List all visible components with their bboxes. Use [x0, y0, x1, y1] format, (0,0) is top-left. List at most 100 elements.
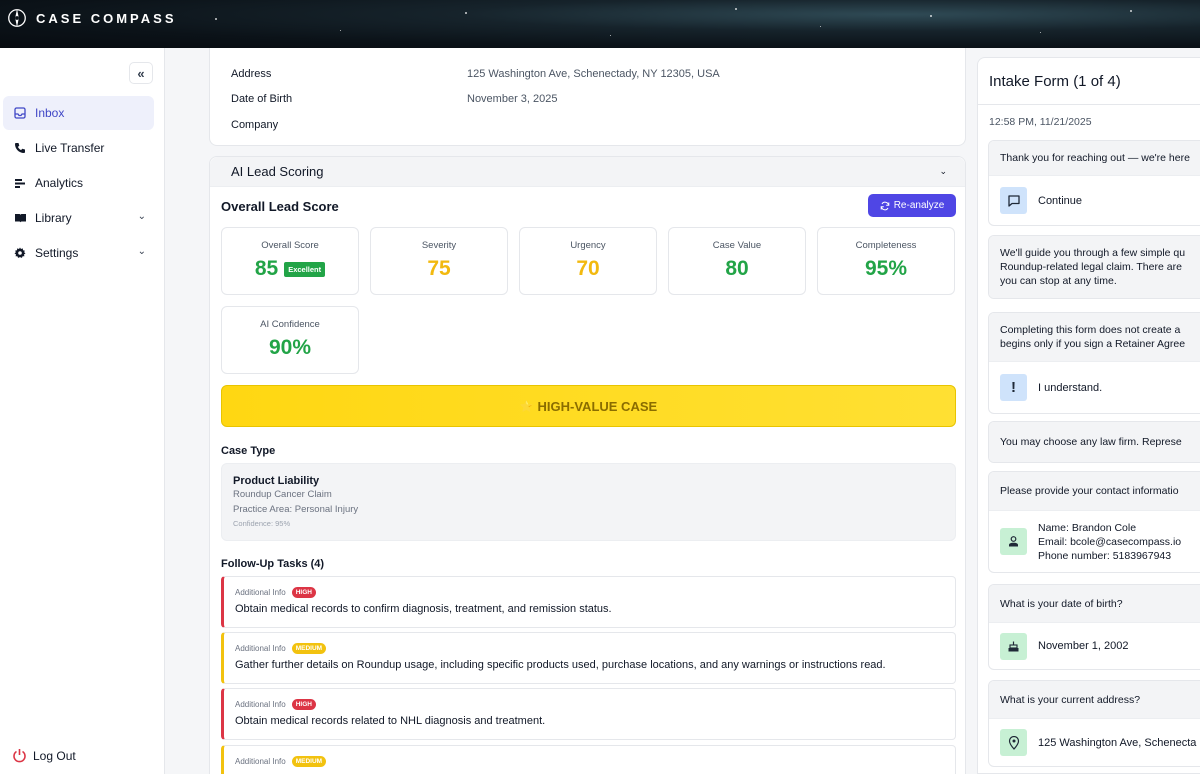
intake-answer[interactable]: 125 Washington Ave, Schenecta: [989, 718, 1200, 766]
intake-answer[interactable]: Continue: [989, 175, 1200, 225]
question-text: You may choose any law firm. Represe: [1000, 436, 1182, 448]
sidebar-item-live-transfer[interactable]: Live Transfer: [3, 131, 154, 165]
sidebar-item-settings[interactable]: Settings ⌄: [3, 236, 154, 270]
star-decoration: [820, 26, 821, 27]
analytics-icon: [13, 176, 27, 190]
metric-case-value: Case Value 80: [668, 227, 806, 295]
dob-row: Date of Birth November 3, 2025: [231, 93, 558, 105]
intake-question: What is your date of birth?: [989, 585, 1200, 622]
reanalyze-button[interactable]: Re-analyze: [868, 194, 956, 217]
metric-value: 90%: [268, 336, 312, 359]
metric-ai-confidence: AI Confidence 90%: [221, 306, 359, 374]
task-category: Additional Info: [235, 644, 286, 653]
refresh-icon: [880, 201, 890, 210]
star-decoration: [1040, 32, 1041, 33]
follow-up-task[interactable]: Additional Info MEDIUM: [221, 745, 956, 774]
metric-label: Overall Score: [261, 240, 319, 251]
intake-item: Thank you for reaching out — we're here …: [988, 140, 1200, 226]
lead-scoring-title: AI Lead Scoring: [231, 164, 324, 179]
question-text: What is your current address?: [1000, 693, 1141, 706]
follow-up-task[interactable]: Additional Info HIGH Obtain medical reco…: [221, 688, 956, 740]
library-icon: [13, 211, 27, 225]
intake-item: Please provide your contact informatio N…: [988, 471, 1200, 573]
star-decoration: [465, 12, 467, 14]
contact-email: Email: bcole@casecompass.io: [1038, 535, 1182, 548]
intake-answer[interactable]: November 1, 2002: [989, 622, 1200, 669]
contact-phone: Phone number: 5183967943: [1038, 549, 1172, 562]
priority-badge: HIGH: [291, 699, 316, 710]
answer-text: November 1, 2002: [1038, 640, 1129, 652]
task-text: Obtain medical records to confirm diagno…: [235, 603, 612, 615]
metric-label: Severity: [421, 240, 457, 251]
lead-scoring-accordion-header[interactable]: AI Lead Scoring ⌄: [210, 157, 965, 187]
follow-up-task[interactable]: Additional Info HIGH Obtain medical reco…: [221, 576, 956, 628]
follow-up-tasks-title: Follow-Up Tasks (4): [221, 558, 325, 570]
overall-lead-score-title: Overall Lead Score: [221, 199, 339, 214]
address-row: Address 125 Washington Ave, Schenectady,…: [231, 68, 720, 80]
collapse-sidebar-button[interactable]: «: [129, 62, 153, 84]
sidebar-item-label: Inbox: [35, 106, 65, 120]
banner-text: HIGH-VALUE CASE: [537, 398, 658, 414]
intake-item: What is your date of birth? November 1, …: [988, 584, 1200, 670]
question-text: Please provide your contact informatio: [1000, 485, 1179, 497]
metric-overall-score: Overall Score 85 Excellent: [221, 227, 359, 295]
star-decoration: [215, 18, 217, 20]
chevron-down-icon: ⌄: [137, 246, 146, 257]
question-text: Thank you for reaching out — we're here: [1000, 152, 1190, 164]
sidebar-item-library[interactable]: Library ⌄: [3, 201, 154, 235]
sidebar-item-label: Live Transfer: [35, 141, 105, 155]
task-category: Additional Info: [235, 700, 286, 709]
intake-question: We'll guide you through a few simple qu …: [989, 236, 1200, 298]
metric-value: 85: [254, 257, 279, 280]
intake-question: Please provide your contact informatio: [989, 472, 1200, 510]
task-category: Additional Info: [235, 588, 286, 597]
intake-item: What is your current address? 125 Washin…: [988, 680, 1200, 767]
message-icon: [1000, 187, 1027, 214]
logout-button[interactable]: Log Out: [12, 748, 76, 763]
question-text: What is your date of birth?: [1000, 597, 1123, 610]
intake-item: We'll guide you through a few simple qu …: [988, 235, 1200, 299]
metric-label: Urgency: [570, 240, 606, 251]
power-icon: [13, 749, 26, 763]
case-type-title: Case Type: [221, 445, 276, 457]
intake-question: You may choose any law firm. Represe: [989, 422, 1200, 462]
star-decoration: [930, 15, 932, 17]
intake-question: Completing this form does not create a b…: [989, 313, 1200, 361]
user-icon: [1000, 528, 1027, 555]
chevron-down-icon: ⌄: [137, 211, 146, 222]
intake-form-panel: Intake Form (1 of 4) 12:58 PM, 11/21/202…: [977, 57, 1200, 774]
metric-value: 70: [576, 257, 600, 280]
address-label: Address: [231, 68, 272, 80]
sidebar-item-analytics[interactable]: Analytics: [3, 166, 154, 200]
sidebar-item-label: Analytics: [35, 176, 84, 190]
high-value-case-banner: ⭐ HIGH-VALUE CASE: [221, 385, 956, 427]
question-text: Roundup-related legal claim. There are: [1000, 261, 1182, 273]
intake-answer[interactable]: ! I understand.: [989, 361, 1200, 413]
top-header: CASE COMPASS: [0, 0, 1200, 48]
answer-text: Continue: [1038, 194, 1083, 207]
task-text: Obtain medical records related to NHL di…: [235, 715, 546, 727]
brand-logo-link[interactable]: CASE COMPASS: [6, 7, 177, 29]
metric-value: 80: [725, 257, 749, 280]
question-text: begins only if you sign a Retainer Agree: [1000, 338, 1186, 350]
company-label: Company: [231, 119, 279, 131]
metric-completeness: Completeness 95%: [817, 227, 955, 295]
follow-up-task[interactable]: Additional Info MEDIUM Gather further de…: [221, 632, 956, 684]
intake-answer[interactable]: Name: Brandon Cole Email: bcole@casecomp…: [989, 510, 1200, 572]
chevron-down-icon: ⌄: [939, 166, 947, 176]
case-practice-area: Practice Area: Personal Injury: [233, 504, 359, 515]
question-text: We'll guide you through a few simple qu: [1000, 247, 1186, 259]
star-icon: ⭐: [519, 400, 534, 413]
sidebar-item-inbox[interactable]: Inbox: [3, 96, 154, 130]
answer-text: I understand.: [1038, 381, 1103, 394]
contact-name: Name: Brandon Cole: [1038, 521, 1137, 534]
task-text: Gather further details on Roundup usage,…: [235, 659, 886, 671]
contact-info-card: Address 125 Washington Ave, Schenectady,…: [209, 48, 966, 146]
sidebar: « Inbox Live Transfer Analytics Library: [0, 48, 165, 774]
compass-logo-icon: [8, 8, 26, 28]
star-decoration: [735, 8, 737, 10]
priority-badge: HIGH: [291, 587, 316, 598]
reanalyze-label: Re-analyze: [893, 200, 945, 211]
phone-icon: [13, 141, 27, 155]
metric-label: AI Confidence: [260, 319, 320, 330]
